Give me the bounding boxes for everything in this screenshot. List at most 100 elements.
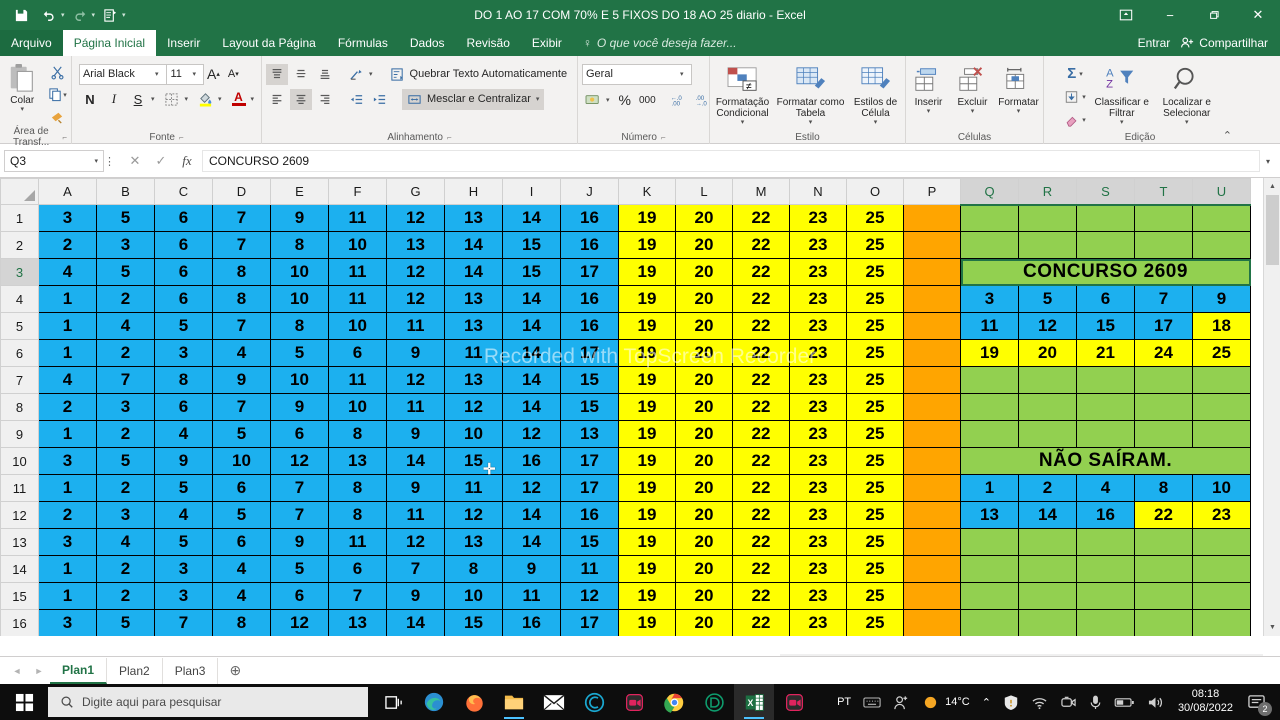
number-format-caret-icon[interactable]: ▾ bbox=[680, 70, 684, 78]
cell-P16[interactable] bbox=[903, 609, 961, 636]
cell-T8[interactable] bbox=[1134, 393, 1193, 421]
cell-N7[interactable]: 23 bbox=[789, 366, 847, 394]
cell-H5[interactable]: 13 bbox=[444, 312, 503, 340]
cell-L10[interactable]: 20 bbox=[675, 447, 733, 475]
cell-E10[interactable]: 12 bbox=[270, 447, 329, 475]
cell-S15[interactable] bbox=[1076, 582, 1135, 610]
cell-L7[interactable]: 20 bbox=[675, 366, 733, 394]
cell-C9[interactable]: 4 bbox=[154, 420, 213, 448]
cell-S9[interactable] bbox=[1076, 420, 1135, 448]
cell-U16[interactable] bbox=[1192, 609, 1251, 636]
cell-K8[interactable]: 19 bbox=[618, 393, 676, 421]
cell-R13[interactable] bbox=[1018, 528, 1077, 556]
cell-G3[interactable]: 12 bbox=[386, 258, 445, 286]
cell-J15[interactable]: 12 bbox=[560, 582, 619, 610]
cell-L11[interactable]: 20 bbox=[675, 474, 733, 502]
cell-H12[interactable]: 12 bbox=[444, 501, 503, 529]
align-right-button[interactable] bbox=[314, 89, 336, 110]
column-header-i[interactable]: I bbox=[502, 178, 561, 205]
sort-filter-caret-icon[interactable]: ▾ bbox=[1120, 119, 1124, 127]
autosum-caret-icon[interactable]: ▾ bbox=[1079, 70, 1083, 78]
cell-S1[interactable] bbox=[1076, 204, 1135, 232]
cell-J7[interactable]: 15 bbox=[560, 366, 619, 394]
cell-A14[interactable]: 1 bbox=[38, 555, 97, 583]
cell-N8[interactable]: 23 bbox=[789, 393, 847, 421]
cell-G5[interactable]: 11 bbox=[386, 312, 445, 340]
cell-U13[interactable] bbox=[1192, 528, 1251, 556]
cell-G8[interactable]: 11 bbox=[386, 393, 445, 421]
cell-T1[interactable] bbox=[1134, 204, 1193, 232]
cell-I10[interactable]: 16 bbox=[502, 447, 561, 475]
cell-B2[interactable]: 3 bbox=[96, 231, 155, 259]
cell-D4[interactable]: 8 bbox=[212, 285, 271, 313]
cell-U11[interactable]: 10 bbox=[1192, 474, 1251, 502]
cell-J9[interactable]: 13 bbox=[560, 420, 619, 448]
column-header-b[interactable]: B bbox=[96, 178, 155, 205]
cell-J11[interactable]: 17 bbox=[560, 474, 619, 502]
cell-E14[interactable]: 5 bbox=[270, 555, 329, 583]
cell-M2[interactable]: 22 bbox=[732, 231, 790, 259]
cell-N5[interactable]: 23 bbox=[789, 312, 847, 340]
find-select-button[interactable]: Localizar e Selecionar ▾ bbox=[1155, 61, 1219, 127]
cell-R15[interactable] bbox=[1018, 582, 1077, 610]
file-explorer-icon[interactable] bbox=[494, 684, 534, 720]
cell-M16[interactable]: 22 bbox=[732, 609, 790, 636]
cell-G12[interactable]: 11 bbox=[386, 501, 445, 529]
cell-B8[interactable]: 3 bbox=[96, 393, 155, 421]
cell-S6[interactable]: 21 bbox=[1076, 339, 1135, 367]
cell-H4[interactable]: 13 bbox=[444, 285, 503, 313]
cell-E8[interactable]: 9 bbox=[270, 393, 329, 421]
cell-M3[interactable]: 22 bbox=[732, 258, 790, 286]
cell-N13[interactable]: 23 bbox=[789, 528, 847, 556]
cell-D7[interactable]: 9 bbox=[212, 366, 271, 394]
cell-D9[interactable]: 5 bbox=[212, 420, 271, 448]
touch-mode-icon[interactable] bbox=[97, 3, 123, 27]
cell-P7[interactable] bbox=[903, 366, 961, 394]
tab-formulas[interactable]: Fórmulas bbox=[327, 30, 399, 56]
cell-A12[interactable]: 2 bbox=[38, 501, 97, 529]
cell-D3[interactable]: 8 bbox=[212, 258, 271, 286]
increase-decimal-button[interactable]: ←.0.00 bbox=[667, 90, 690, 111]
cell-A3[interactable]: 4 bbox=[38, 258, 97, 286]
cell-K16[interactable]: 19 bbox=[618, 609, 676, 636]
cell-O13[interactable]: 25 bbox=[846, 528, 904, 556]
cell-Q2[interactable] bbox=[960, 231, 1019, 259]
cell-O12[interactable]: 25 bbox=[846, 501, 904, 529]
delete-cells-button[interactable]: Excluir ▾ bbox=[951, 61, 995, 116]
column-header-m[interactable]: M bbox=[732, 178, 790, 205]
cell-D10[interactable]: 10 bbox=[212, 447, 271, 475]
cell-L15[interactable]: 20 bbox=[675, 582, 733, 610]
accounting-format-button[interactable] bbox=[582, 90, 604, 111]
cell-L3[interactable]: 20 bbox=[675, 258, 733, 286]
cell-T2[interactable] bbox=[1134, 231, 1193, 259]
increase-font-size-button[interactable]: A ▴ bbox=[204, 64, 223, 85]
column-header-k[interactable]: K bbox=[618, 178, 676, 205]
clipboard-dialog-launcher-icon[interactable]: ⌐ bbox=[62, 133, 67, 142]
cell-T12[interactable]: 22 bbox=[1134, 501, 1193, 529]
collapse-ribbon-icon[interactable]: ⌃ bbox=[1223, 129, 1232, 142]
next-sheet-icon[interactable]: ► bbox=[28, 666, 50, 676]
cell-J8[interactable]: 15 bbox=[560, 393, 619, 421]
column-header-j[interactable]: J bbox=[560, 178, 619, 205]
cell-F14[interactable]: 6 bbox=[328, 555, 387, 583]
cell-D13[interactable]: 6 bbox=[212, 528, 271, 556]
cell-B10[interactable]: 5 bbox=[96, 447, 155, 475]
cell-R11[interactable]: 2 bbox=[1018, 474, 1077, 502]
minimize-button[interactable]: − bbox=[1148, 0, 1192, 30]
cell-N10[interactable]: 23 bbox=[789, 447, 847, 475]
cell-B4[interactable]: 2 bbox=[96, 285, 155, 313]
cell-Q8[interactable] bbox=[960, 393, 1019, 421]
cell-G9[interactable]: 9 bbox=[386, 420, 445, 448]
column-header-r[interactable]: R bbox=[1018, 178, 1077, 206]
paste-caret-icon[interactable]: ▾ bbox=[20, 106, 24, 114]
conditional-caret-icon[interactable]: ▾ bbox=[741, 119, 745, 127]
fill-color-caret-icon[interactable]: ▾ bbox=[218, 95, 222, 103]
row-header-7[interactable]: 7 bbox=[0, 366, 39, 394]
row-header-5[interactable]: 5 bbox=[0, 312, 39, 340]
number-dialog-launcher-icon[interactable]: ⌐ bbox=[661, 133, 666, 142]
language-indicator[interactable]: PT bbox=[831, 684, 857, 720]
cell-T5[interactable]: 17 bbox=[1134, 312, 1193, 340]
row-header-16[interactable]: 16 bbox=[0, 609, 39, 636]
tab-pagina-inicial[interactable]: Página Inicial bbox=[62, 30, 157, 56]
cell-M5[interactable]: 22 bbox=[732, 312, 790, 340]
